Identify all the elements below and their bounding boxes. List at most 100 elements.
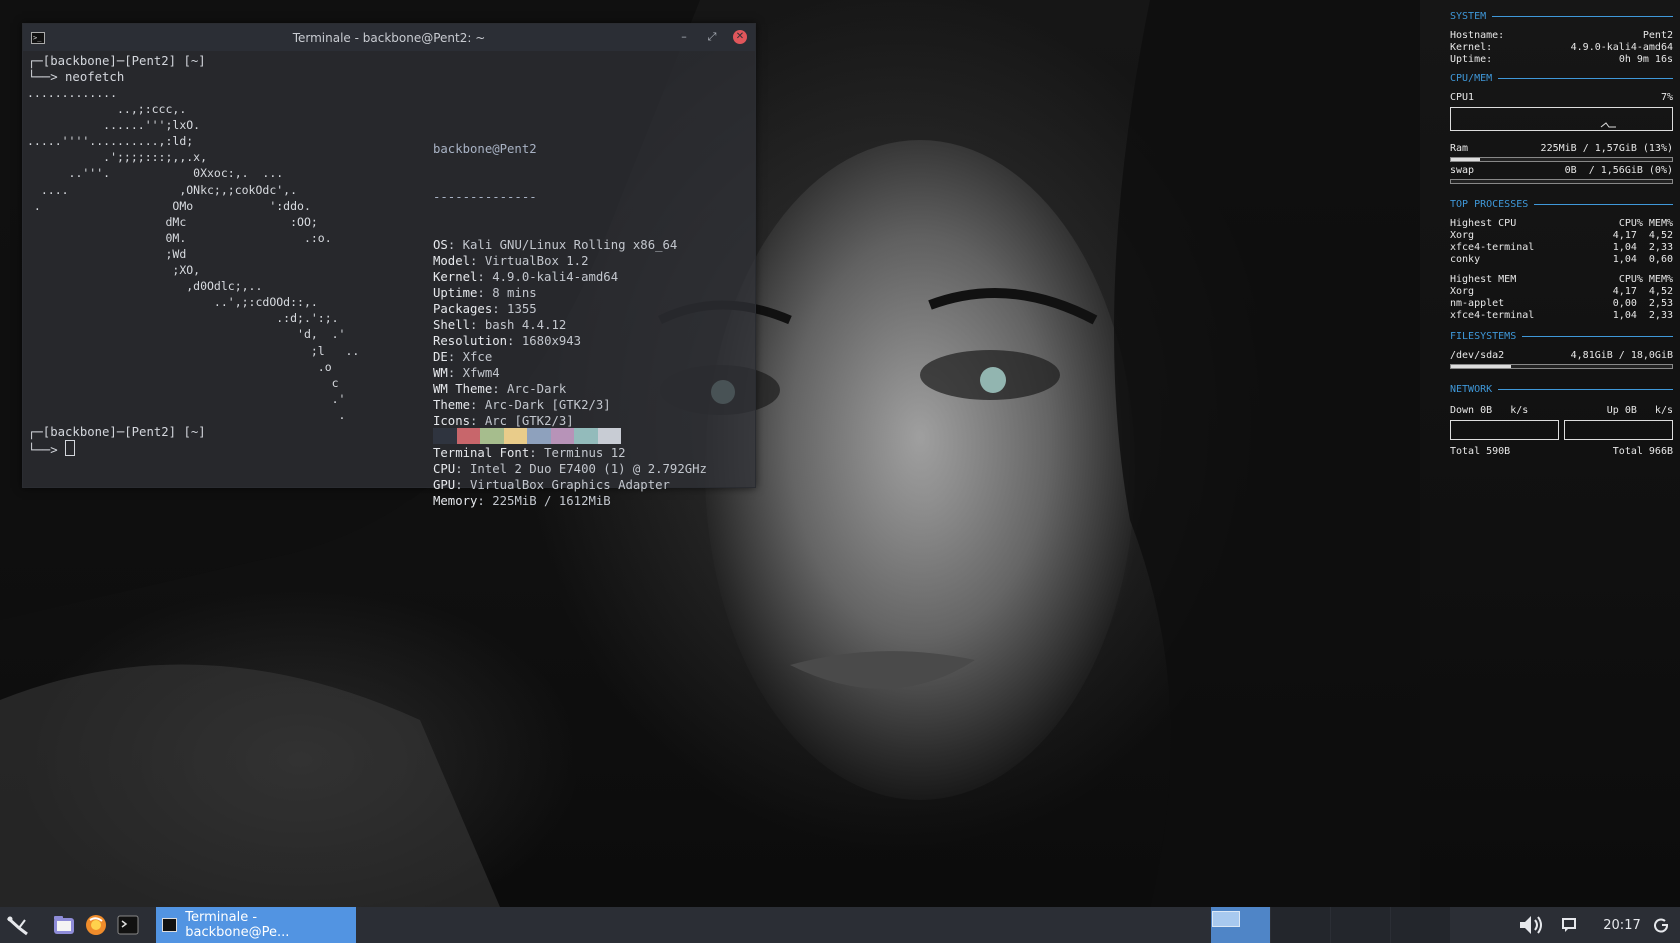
value: 4,81GiB / 18,0GiB [1570, 350, 1673, 361]
workspace-1[interactable] [1211, 907, 1270, 943]
columns: CPU% MEM% [1618, 218, 1673, 229]
section-title: TOP PROCESSES [1450, 198, 1529, 210]
up-label: Up 0B k/s [1606, 405, 1673, 416]
minimize-button[interactable]: – [677, 30, 691, 44]
value: Pent2 [1642, 30, 1673, 41]
info-key: DE [433, 350, 448, 364]
info-key: GPU [433, 478, 456, 492]
process-row: xfce4-terminal 1,04 2,33 [1450, 242, 1673, 254]
info-line: GPU: VirtualBox Graphics Adapter [433, 478, 670, 492]
label: swap [1450, 165, 1475, 176]
section-title: SYSTEM [1450, 10, 1487, 22]
columns: CPU% MEM% [1618, 274, 1673, 285]
process-row: xfce4-terminal 1,04 2,33 [1450, 310, 1673, 322]
info-value: Terminus 12 [544, 446, 626, 460]
window-title: Terminale - backbone@Pent2: ~ [292, 30, 486, 45]
section-network: NETWORK [1450, 381, 1673, 397]
prompt-line: ┌─[backbone]─[Pent2] [~] [28, 425, 206, 439]
info-value: 4.9.0-kali4-amd64 [492, 270, 619, 284]
info-line: Shell: bash 4.4.12 [433, 318, 567, 332]
info-value: VirtualBox Graphics Adapter [470, 478, 670, 492]
info-key: Model [433, 254, 471, 268]
info-value: Arc-Dark [GTK2/3] [484, 398, 611, 412]
label: CPU1 [1450, 92, 1475, 103]
down-graph [1450, 420, 1559, 440]
firefox-icon[interactable] [80, 907, 112, 943]
info-line: Terminal Font: Terminus 12 [433, 446, 626, 460]
value: 0B / 1,56GiB (0%) [1564, 165, 1673, 176]
workspace-2[interactable] [1271, 907, 1330, 943]
whiskermenu-icon[interactable] [2, 907, 34, 943]
close-button[interactable]: ✕ [733, 30, 747, 44]
info-value: Xfwm4 [462, 366, 500, 380]
info-value: Arc-Dark [507, 382, 567, 396]
power-icon[interactable] [1644, 907, 1680, 943]
info-line: Icons: Arc [GTK2/3] [433, 414, 574, 428]
info-line: Theme: Arc-Dark [GTK2/3] [433, 398, 611, 412]
label: /dev/sda2 [1450, 350, 1505, 361]
neofetch-logo: ............. ..,;:ccc,. ......''';lxO. … [27, 86, 360, 422]
ram-bar-fill [1451, 158, 1480, 161]
cpu-graph [1450, 107, 1673, 131]
info-value: Arc [GTK2/3] [484, 414, 574, 428]
color-swatches [433, 428, 621, 444]
input-line[interactable]: └──> [28, 440, 76, 458]
cpu1-row: CPU1 7% [1450, 92, 1673, 104]
process-name: xfce4-terminal [1450, 310, 1535, 321]
process-name: xfce4-terminal [1450, 242, 1535, 253]
section-cpumem: CPU/MEM [1450, 70, 1673, 86]
volume-icon[interactable] [1512, 907, 1552, 943]
terminal-titlebar[interactable]: >_ Terminale - backbone@Pent2: ~ – ⤢ ✕ [23, 24, 755, 51]
terminal-window[interactable]: >_ Terminale - backbone@Pent2: ~ – ⤢ ✕ ┌… [22, 23, 756, 508]
shoulder [0, 664, 500, 907]
net-graphs [1450, 420, 1673, 440]
total-down: Total 590B [1450, 446, 1511, 457]
info-value: Intel 2 Duo E7400 (1) @ 2.792GHz [470, 462, 707, 476]
clock[interactable]: 20:17 [1600, 918, 1644, 933]
right-eye [980, 367, 1006, 393]
color-swatch [456, 428, 480, 444]
workspace-4[interactable] [1391, 907, 1450, 943]
color-swatch [433, 428, 457, 444]
info-line: CPU: Intel 2 Duo E7400 (1) @ 2.792GHz [433, 462, 707, 476]
swap-bar [1450, 179, 1673, 184]
process-name: Xorg [1450, 286, 1475, 297]
info-value: Kali GNU/Linux Rolling x86_64 [462, 238, 678, 252]
info-line: Model: VirtualBox 1.2 [433, 254, 589, 268]
process-name: Xorg [1450, 230, 1475, 241]
process-row: Xorg 4,17 4,52 [1450, 286, 1673, 298]
workspace-3[interactable] [1331, 907, 1390, 943]
process-name: nm-applet [1450, 298, 1505, 309]
info-value: 1680x943 [521, 334, 582, 348]
file-manager-icon[interactable] [48, 907, 80, 943]
net-total-row: Total 590B Total 966B [1450, 446, 1673, 458]
maximize-button[interactable]: ⤢ [705, 30, 719, 44]
process-values: 4,17 4,52 [1612, 230, 1673, 241]
info-key: Uptime [433, 286, 478, 300]
fs-row: /dev/sda2 4,81GiB / 18,0GiB [1450, 350, 1673, 362]
hostname-row: Hostname: Pent2 [1450, 30, 1673, 42]
info-key: Kernel [433, 270, 478, 284]
highest-mem-header: Highest MEM CPU% MEM% [1450, 274, 1673, 286]
fs-bar-fill [1451, 365, 1511, 368]
info-line: Kernel: 4.9.0-kali4-amd64 [433, 270, 619, 284]
info-value: VirtualBox 1.2 [484, 254, 589, 268]
info-line: DE: Xfce [433, 350, 493, 364]
process-row: Xorg 4,17 4,52 [1450, 230, 1673, 242]
section-system: SYSTEM [1450, 8, 1673, 24]
info-key: OS [433, 238, 448, 252]
fs-bar [1450, 364, 1673, 369]
info-line: WM Theme: Arc-Dark [433, 382, 567, 396]
taskbar-terminal-button[interactable]: Terminale - backbone@Pe... [156, 907, 356, 943]
label: Highest MEM [1450, 274, 1517, 285]
terminal-icon[interactable] [112, 907, 144, 943]
process-values: 1,04 2,33 [1612, 310, 1673, 321]
info-line: WM: Xfwm4 [433, 366, 500, 380]
process-row: nm-applet 0,00 2,53 [1450, 298, 1673, 310]
process-values: 1,04 0,60 [1612, 254, 1673, 265]
notification-icon[interactable] [1552, 907, 1586, 943]
process-values: 4,17 4,52 [1612, 286, 1673, 297]
info-key: Terminal Font [433, 446, 530, 460]
section-top-processes: TOP PROCESSES [1450, 196, 1673, 212]
total-up: Total 966B [1612, 446, 1673, 457]
